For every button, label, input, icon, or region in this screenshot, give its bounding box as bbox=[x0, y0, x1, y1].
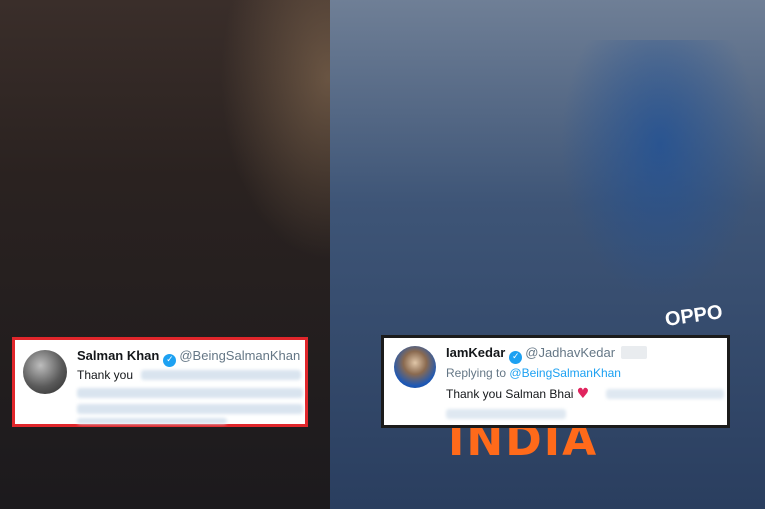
verified-check-icon: ✓ bbox=[509, 351, 523, 364]
tweet-author-name: IamKedar bbox=[446, 345, 506, 360]
verified-check-icon: ✓ bbox=[163, 354, 177, 367]
blurred-text-line bbox=[77, 418, 227, 424]
tweet-text-visible: Thank you bbox=[77, 368, 134, 382]
blurred-handle-suffix bbox=[621, 346, 648, 359]
blurred-text-line bbox=[606, 389, 724, 399]
right-background-crowd bbox=[560, 40, 760, 300]
salman-khan-tweet-card: Salman Khan ✓ @BeingSalmanKhan Thank you bbox=[12, 337, 308, 427]
blurred-text-line bbox=[446, 409, 566, 419]
tweet-header: Salman Khan ✓ @BeingSalmanKhan bbox=[77, 348, 300, 367]
reply-mention-link[interactable]: @BeingSalmanKhan bbox=[509, 366, 621, 380]
tweet-text: Thank you bbox=[77, 367, 133, 383]
avatar bbox=[23, 350, 67, 394]
tweet-text-visible: Thank you Salman Bhai bbox=[446, 387, 574, 401]
tweet-author-handle: @JadhavKedar bbox=[525, 345, 616, 360]
kedar-jadhav-tweet-card: IamKedar ✓ @JadhavKedar Replying to @Being… bbox=[381, 335, 730, 428]
blurred-text-line bbox=[141, 370, 301, 380]
blurred-text-line bbox=[77, 404, 303, 414]
blurred-text-line bbox=[77, 388, 303, 398]
tweet-author-name: Salman Khan bbox=[77, 348, 160, 363]
avatar bbox=[394, 346, 436, 388]
red-heart-icon: ♥ bbox=[576, 386, 590, 402]
reply-line: Replying to @BeingSalmanKhan bbox=[446, 365, 621, 381]
tweet-author-handle: @BeingSalmanKhan bbox=[179, 348, 301, 363]
photo-collage: OPPO INDIA bbox=[0, 0, 765, 509]
tweet-header: IamKedar ✓ @JadhavKedar bbox=[446, 345, 648, 364]
reply-prefix: Replying to bbox=[446, 366, 507, 380]
tweet-text: Thank you Salman Bhai ♥ bbox=[446, 386, 589, 402]
